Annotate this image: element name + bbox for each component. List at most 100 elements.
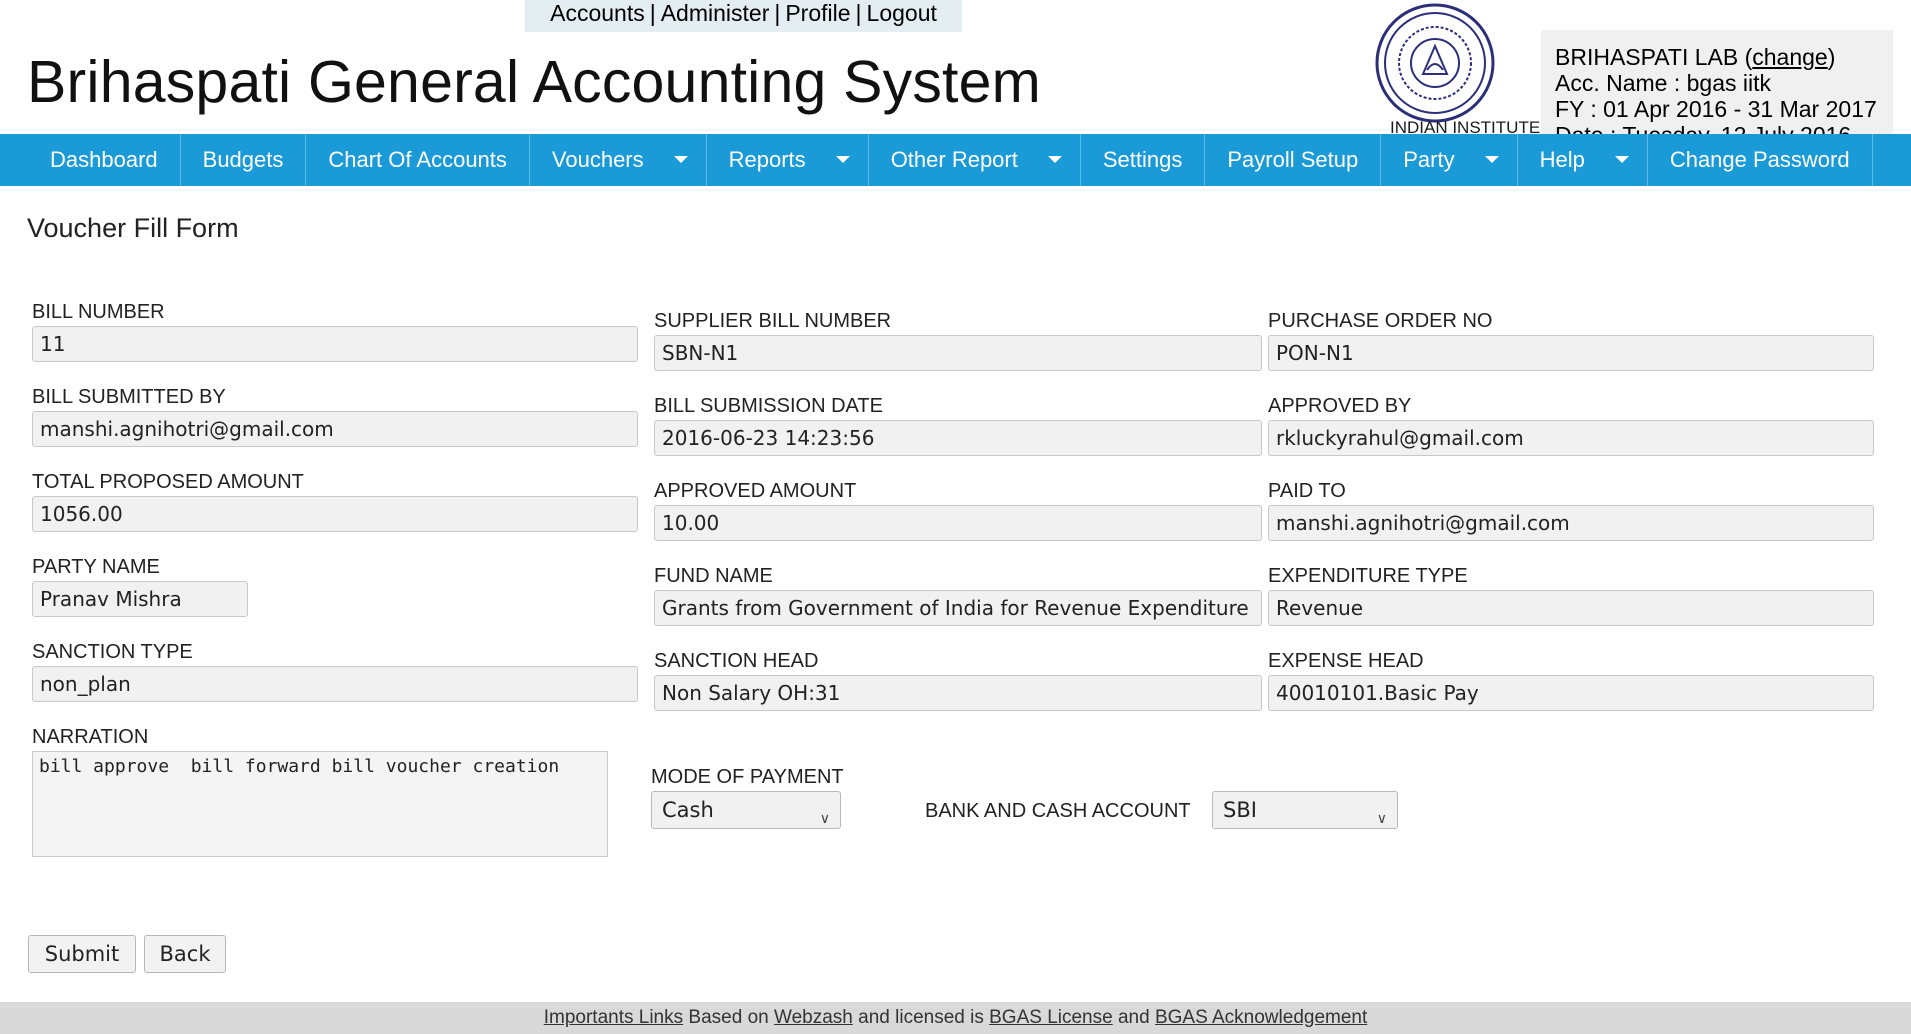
- mode-of-payment-value: Cash: [662, 798, 714, 822]
- mode-of-payment-group: MODE OF PAYMENT Cash ∨: [651, 765, 844, 829]
- bill-number-group: BILL NUMBER 11: [32, 300, 638, 362]
- nav-label: Chart Of Accounts: [328, 147, 507, 172]
- total-proposed-amount-label: TOTAL PROPOSED AMOUNT: [32, 471, 304, 493]
- fund-name-label: FUND NAME: [654, 565, 773, 587]
- sanction-type-group: SANCTION TYPE non_plan: [32, 640, 638, 702]
- lab-name-line: BRIHASPATI LAB (change): [1555, 44, 1836, 70]
- caret-down-icon: [673, 156, 688, 163]
- paid-to-field[interactable]: manshi.agnihotri@gmail.com: [1268, 505, 1874, 541]
- financial-year: FY : 01 Apr 2016 - 31 Mar 2017: [1555, 96, 1877, 122]
- paid-to-group: PAID TO manshi.agnihotri@gmail.com: [1268, 479, 1874, 541]
- sanction-head-group: SANCTION HEAD Non Salary OH:31: [654, 649, 1262, 711]
- nav-label: Reports: [728, 147, 806, 172]
- bank-and-cash-account-select[interactable]: SBI ∨: [1212, 791, 1398, 829]
- bgas-license-link[interactable]: BGAS License: [989, 1007, 1113, 1028]
- footer-text-licensed: and licensed is: [858, 1007, 984, 1028]
- page-title: Voucher Fill Form: [27, 213, 239, 243]
- mode-of-payment-select[interactable]: Cash ∨: [651, 791, 841, 829]
- bill-submitted-by-field[interactable]: manshi.agnihotri@gmail.com: [32, 411, 638, 447]
- purchase-order-no-group: PURCHASE ORDER NO PON-N1: [1268, 309, 1874, 371]
- sanction-type-label: SANCTION TYPE: [32, 641, 193, 663]
- bill-submission-date-group: BILL SUBMISSION DATE 2016-06-23 14:23:56: [654, 394, 1262, 456]
- bill-number-label: BILL NUMBER: [32, 301, 165, 323]
- accounts-link[interactable]: Accounts: [550, 0, 645, 26]
- nav-label: Change Password: [1669, 147, 1850, 172]
- nav-change-password[interactable]: Change Password: [1648, 134, 1873, 186]
- approved-by-label: APPROVED BY: [1268, 395, 1412, 417]
- account-name: Acc. Name : bgas iitk: [1555, 70, 1772, 96]
- approved-by-group: APPROVED BY rkluckyrahul@gmail.com: [1268, 394, 1874, 456]
- narration-textarea[interactable]: bill approve bill forward bill voucher c…: [32, 751, 608, 857]
- approved-amount-field[interactable]: 10.00: [654, 505, 1262, 541]
- app-title: Brihaspati General Accounting System: [27, 49, 1042, 115]
- chevron-down-icon: ∨: [819, 811, 830, 827]
- nav-settings[interactable]: Settings: [1081, 134, 1206, 186]
- nav-reports[interactable]: Reports: [707, 134, 869, 186]
- nav-label: Payroll Setup: [1227, 147, 1359, 172]
- nav-budgets[interactable]: Budgets: [181, 134, 307, 186]
- bill-submission-date-label: BILL SUBMISSION DATE: [654, 395, 883, 417]
- expenditure-type-label: EXPENDITURE TYPE: [1268, 565, 1468, 587]
- nav-label: Vouchers: [551, 147, 644, 172]
- institute-logo-icon: [1375, 3, 1495, 123]
- purchase-order-no-field[interactable]: PON-N1: [1268, 335, 1874, 371]
- fund-name-field[interactable]: Grants from Government of India for Reve…: [654, 590, 1262, 626]
- separator: |: [774, 0, 781, 26]
- expense-head-group: EXPENSE HEAD 40010101.Basic Pay: [1268, 649, 1874, 711]
- submit-button[interactable]: Submit: [28, 935, 136, 973]
- nav-label: Help: [1539, 147, 1585, 172]
- party-name-field[interactable]: Pranav Mishra: [32, 581, 248, 617]
- sanction-type-field[interactable]: non_plan: [32, 666, 638, 702]
- paid-to-label: PAID TO: [1268, 480, 1346, 502]
- nav-label: Other Report: [890, 147, 1018, 172]
- bill-number-field[interactable]: 11: [32, 326, 638, 362]
- chevron-down-icon: ∨: [1376, 811, 1387, 827]
- approved-by-field[interactable]: rkluckyrahul@gmail.com: [1268, 420, 1874, 456]
- caret-down-icon: [1047, 156, 1062, 163]
- expense-head-field[interactable]: 40010101.Basic Pay: [1268, 675, 1874, 711]
- nav-label: Settings: [1102, 147, 1183, 172]
- separator: |: [649, 0, 656, 26]
- fund-name-group: FUND NAME Grants from Government of Indi…: [654, 564, 1262, 626]
- caret-down-icon: [1614, 156, 1629, 163]
- nav-help[interactable]: Help: [1518, 134, 1648, 186]
- nav-party[interactable]: Party: [1381, 134, 1518, 186]
- nav-label: Party: [1403, 147, 1455, 172]
- nav-dashboard[interactable]: Dashboard: [28, 134, 181, 186]
- nav-label: Dashboard: [50, 147, 158, 172]
- administer-link[interactable]: Administer: [661, 0, 770, 26]
- footer: Importants Links Based on Webzash and li…: [0, 1002, 1911, 1034]
- caret-down-icon: [835, 156, 850, 163]
- profile-link[interactable]: Profile: [785, 0, 850, 26]
- bank-and-cash-account-value: SBI: [1223, 798, 1257, 822]
- supplier-bill-number-group: SUPPLIER BILL NUMBER SBN-N1: [654, 309, 1262, 371]
- total-proposed-amount-group: TOTAL PROPOSED AMOUNT 1056.00: [32, 470, 638, 532]
- supplier-bill-number-label: SUPPLIER BILL NUMBER: [654, 310, 892, 332]
- lab-name: BRIHASPATI LAB: [1555, 44, 1739, 70]
- expenditure-type-group: EXPENDITURE TYPE Revenue: [1268, 564, 1874, 626]
- mode-of-payment-label: MODE OF PAYMENT: [651, 766, 844, 788]
- bank-and-cash-account-label: BANK AND CASH ACCOUNT: [925, 800, 1191, 822]
- bill-submitted-by-group: BILL SUBMITTED BY manshi.agnihotri@gmail…: [32, 385, 638, 447]
- narration-group: NARRATION bill approve bill forward bill…: [32, 725, 608, 857]
- nav-payroll-setup[interactable]: Payroll Setup: [1205, 134, 1382, 186]
- nav-chart-of-accounts[interactable]: Chart Of Accounts: [306, 134, 530, 186]
- bill-submission-date-field[interactable]: 2016-06-23 14:23:56: [654, 420, 1262, 456]
- sanction-head-field[interactable]: Non Salary OH:31: [654, 675, 1262, 711]
- bgas-acknowledgement-link[interactable]: BGAS Acknowledgement: [1155, 1007, 1367, 1028]
- party-name-group: PARTY NAME Pranav Mishra: [32, 555, 248, 617]
- approved-amount-group: APPROVED AMOUNT 10.00: [654, 479, 1262, 541]
- total-proposed-amount-field[interactable]: 1056.00: [32, 496, 638, 532]
- nav-other-report[interactable]: Other Report: [869, 134, 1081, 186]
- main-navbar: Dashboard Budgets Chart Of Accounts Vouc…: [0, 134, 1911, 186]
- supplier-bill-number-field[interactable]: SBN-N1: [654, 335, 1262, 371]
- nav-vouchers[interactable]: Vouchers: [530, 134, 707, 186]
- narration-label: NARRATION: [32, 726, 149, 748]
- approved-amount-label: APPROVED AMOUNT: [654, 480, 857, 502]
- logout-link[interactable]: Logout: [867, 0, 937, 26]
- important-links-link[interactable]: Importants Links: [544, 1007, 683, 1028]
- expenditure-type-field[interactable]: Revenue: [1268, 590, 1874, 626]
- change-lab-link[interactable]: change: [1752, 44, 1827, 70]
- webzash-link[interactable]: Webzash: [774, 1007, 853, 1028]
- back-button[interactable]: Back: [144, 935, 226, 973]
